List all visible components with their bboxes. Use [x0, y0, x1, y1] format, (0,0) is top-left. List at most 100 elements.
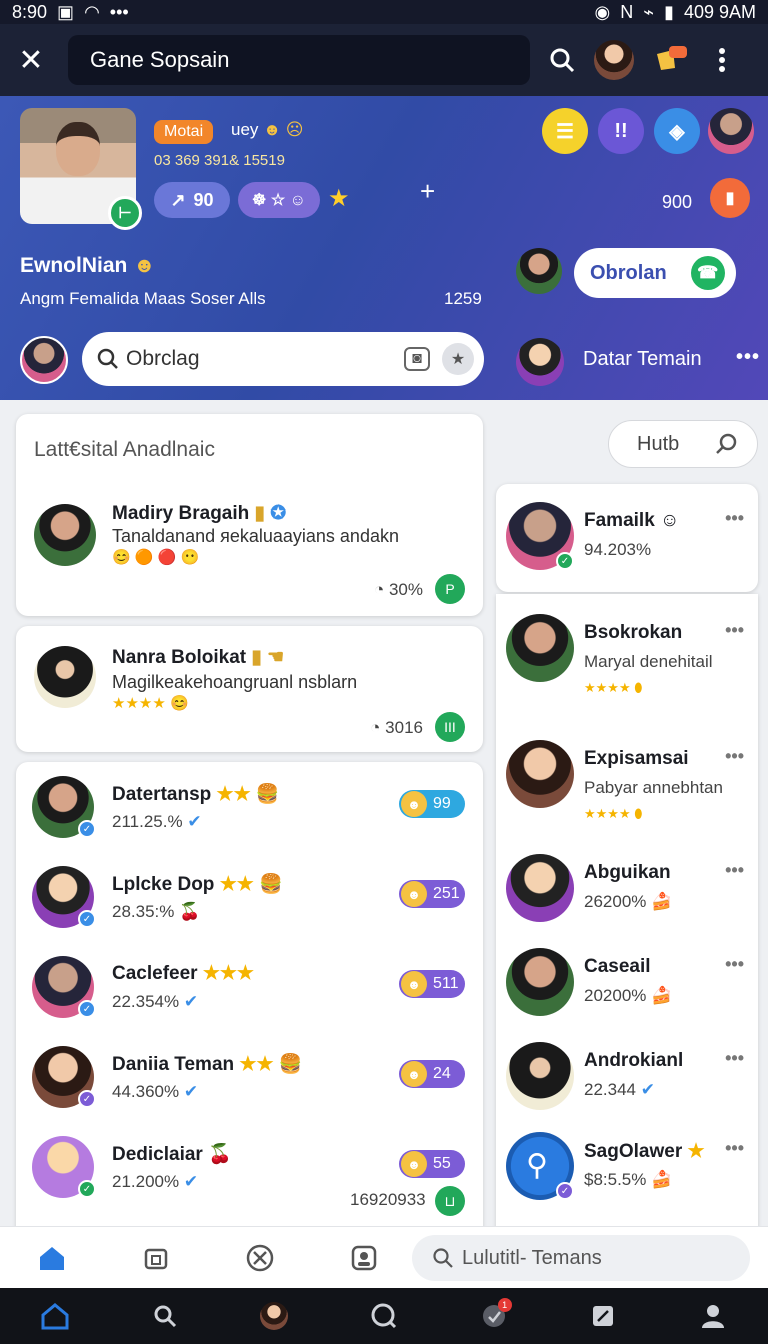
- profile-photo[interactable]: ⊢: [20, 108, 142, 230]
- profile-status-line: uey ☻ ☹: [231, 120, 304, 139]
- more-icon[interactable]: •••: [725, 954, 744, 975]
- friends-avatar[interactable]: [516, 338, 564, 386]
- tab-profile[interactable]: [312, 1227, 416, 1289]
- tab-shop[interactable]: [104, 1227, 208, 1289]
- search-input[interactable]: Obrclag ◙ ★: [82, 332, 484, 386]
- friend-score[interactable]: ☻ 99: [399, 790, 465, 818]
- badges-pill[interactable]: ☸ ☆ ☺: [238, 182, 320, 218]
- post-author-name[interactable]: Nanra Boloikat ▮ ☚: [112, 646, 284, 669]
- contact-avatar[interactable]: [506, 1042, 574, 1110]
- tab-home[interactable]: [0, 1227, 104, 1289]
- nav-home-icon[interactable]: [33, 1294, 77, 1338]
- friend-name: Daniia Teman ★★ 🍔: [112, 1054, 303, 1075]
- friend-name: Lplcke Dop ★★ 🍔: [112, 874, 283, 895]
- friend-avatar[interactable]: ✓: [32, 776, 96, 838]
- chat-notification-icon[interactable]: [648, 42, 692, 78]
- status-right-time: 409 9AM: [683, 1, 756, 22]
- chat-partner-avatar[interactable]: [516, 248, 562, 294]
- right-list-item[interactable]: ⚲ ✓ SagOlawer ★ $8:5.5% 🍰 •••: [496, 1114, 758, 1224]
- more-icon[interactable]: •••: [736, 346, 760, 369]
- more-icon[interactable]: •••: [725, 746, 744, 767]
- post-action-icon[interactable]: P: [435, 574, 465, 604]
- alert-icon[interactable]: !!: [598, 108, 644, 154]
- shop-icon: [144, 1248, 168, 1269]
- contact-avatar[interactable]: [506, 740, 574, 808]
- contact-stat: 20200% 🍰: [584, 986, 673, 1005]
- nav-profile-avatar[interactable]: [252, 1294, 296, 1338]
- more-icon[interactable]: •••: [725, 860, 744, 881]
- tag-icon[interactable]: ◈: [654, 108, 700, 154]
- nav-search-icon[interactable]: [143, 1294, 187, 1338]
- level-pill[interactable]: ↗ 90: [154, 182, 230, 218]
- post-action-icon[interactable]: III: [435, 712, 465, 742]
- contact-rating: ★★★★ ⬮: [584, 806, 643, 821]
- more-icon[interactable]: •••: [725, 1048, 744, 1069]
- contact-stat: Maryal denehitail: [584, 652, 713, 671]
- close-icon[interactable]: ✕: [14, 43, 48, 77]
- my-avatar[interactable]: [20, 336, 68, 384]
- friend-avatar[interactable]: ✓: [32, 1046, 96, 1108]
- friends-list-title[interactable]: Datar Temain: [583, 348, 702, 371]
- notification-dot: 1: [497, 1298, 512, 1312]
- nfc-icon: N: [620, 1, 634, 22]
- friend-avatar[interactable]: ✓: [32, 866, 96, 928]
- tab-block[interactable]: [208, 1227, 312, 1289]
- more-icon[interactable]: •••: [725, 1138, 744, 1159]
- post-author-avatar[interactable]: [34, 646, 96, 708]
- contact-avatar[interactable]: [506, 614, 574, 682]
- notes-icon[interactable]: ☰: [542, 108, 588, 154]
- contact-rating: ★★★★ ⬮: [584, 680, 643, 695]
- friend-avatar[interactable]: ✓: [32, 1136, 96, 1198]
- right-list-item[interactable]: ✓ Famailk ☺ 94.203% •••: [496, 484, 758, 594]
- friend-avatar-top[interactable]: [708, 108, 754, 154]
- add-icon[interactable]: +: [420, 176, 435, 207]
- post-view-count: ◔ 30%: [373, 580, 423, 599]
- friend-stat: 21.200% ✔: [112, 1172, 199, 1191]
- friend-row[interactable]: ✓ Dediclaiar 🍒 21.200% ✔ ☻ 55 16920933 ⊔: [16, 1124, 483, 1224]
- contact-name: SagOlawer ★: [584, 1141, 705, 1162]
- camera-icon[interactable]: ◙: [404, 347, 430, 371]
- post-reactions: 😊 🟠 🔴 😶: [112, 549, 200, 566]
- profile-tag: Motai: [154, 120, 214, 144]
- friend-score[interactable]: ☻ 511: [399, 970, 465, 998]
- more-icon[interactable]: •••: [725, 508, 744, 529]
- post-view-count: ◔ 3016: [370, 718, 423, 737]
- hub-search-button[interactable]: Hutb: [608, 420, 758, 468]
- footer-action-icon[interactable]: ⊔: [435, 1186, 465, 1216]
- contact-avatar[interactable]: [506, 948, 574, 1016]
- friend-score[interactable]: ☻ 24: [399, 1060, 465, 1088]
- contact-avatar[interactable]: ✓: [506, 502, 574, 570]
- chat-button[interactable]: Obrolan ☎: [574, 248, 736, 298]
- right-list-item[interactable]: Expisamsai Pabyar annebhtan ★★★★ ⬮ •••: [496, 722, 758, 832]
- friend-avatar[interactable]: ✓: [32, 956, 96, 1018]
- post-item[interactable]: Nanra Boloikat ▮ ☚ Magilkeakehoangruanl …: [16, 644, 483, 744]
- more-icon[interactable]: •••: [725, 620, 744, 641]
- post-item[interactable]: Madiry Bragaih ▮ ✪ Tanaldanand яekaluaay…: [16, 500, 483, 604]
- contact-stat: 22.344 ✔: [584, 1080, 655, 1099]
- post-rating: ★★★★ 😊: [112, 695, 189, 712]
- bookmark-icon[interactable]: ▮: [710, 178, 750, 218]
- user-avatar[interactable]: [594, 40, 634, 80]
- nav-edit-icon[interactable]: [581, 1294, 625, 1338]
- nav-notifications-icon[interactable]: 1: [472, 1294, 516, 1338]
- nav-chat-icon[interactable]: [362, 1294, 406, 1338]
- friend-row[interactable]: ✓ Caclefeer ★★★ 22.354% ✔ ☻ 511: [16, 944, 483, 1030]
- friend-row[interactable]: ✓ Lplcke Dop ★★ 🍔 28.35:% 🍒 ☻ 251: [16, 854, 483, 940]
- footer-count: 16920933: [350, 1190, 426, 1209]
- friend-score[interactable]: ☻ 55: [399, 1150, 465, 1178]
- post-author-name[interactable]: Madiry Bragaih ▮ ✪: [112, 502, 286, 525]
- wifi-icon: ◠: [84, 1, 100, 22]
- friend-stat: 22.354% ✔: [112, 992, 199, 1011]
- friend-row[interactable]: ✓ Daniia Teman ★★ 🍔 44.360% ✔ ☻ 24: [16, 1034, 483, 1120]
- sticker-icon[interactable]: ★: [442, 343, 474, 375]
- search-icon[interactable]: [544, 42, 580, 78]
- nav-account-icon[interactable]: [691, 1294, 735, 1338]
- post-author-avatar[interactable]: [34, 504, 96, 566]
- contact-avatar[interactable]: [506, 854, 574, 922]
- bottom-search-input[interactable]: Lulutitl- Temans: [412, 1235, 750, 1281]
- right-list-item[interactable]: Bsokrokan Maryal denehitail ★★★★ ⬮ •••: [496, 596, 758, 706]
- friend-score[interactable]: ☻ 251: [399, 880, 465, 908]
- overflow-menu-icon[interactable]: [704, 42, 740, 78]
- friend-row[interactable]: ✓ Datertansp ★★ 🍔 211.25.% ✔ ☻ 99: [16, 764, 483, 850]
- contact-avatar[interactable]: ⚲ ✓: [506, 1132, 574, 1200]
